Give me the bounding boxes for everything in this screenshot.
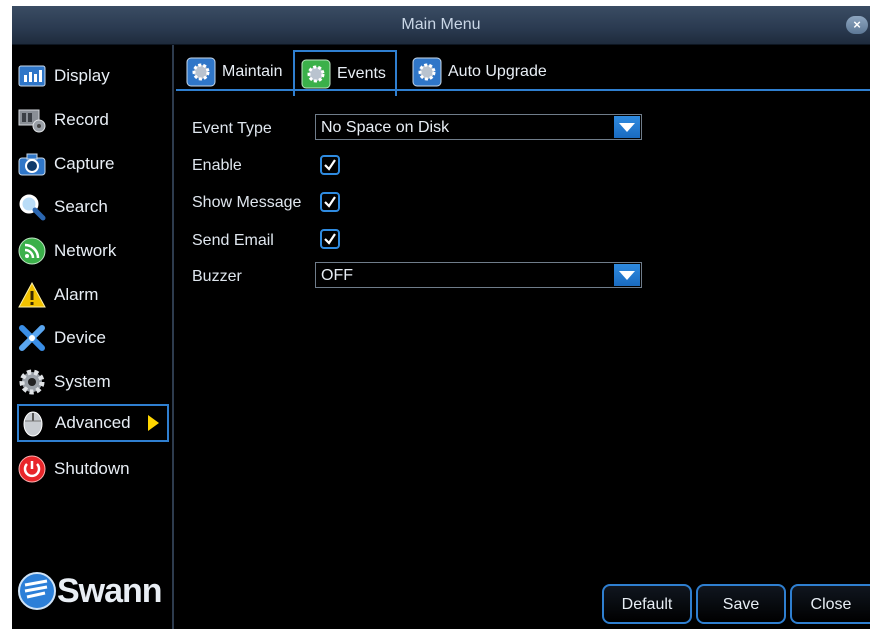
buzzer-label: Buzzer [192, 268, 242, 285]
sidebar-item-label: Display [54, 66, 110, 85]
event-type-label: Event Type [192, 120, 272, 137]
close-button[interactable]: Close [790, 584, 870, 624]
tab-underline [176, 89, 870, 91]
default-button[interactable]: Default [602, 584, 692, 624]
buzzer-value: OFF [321, 267, 353, 284]
save-button[interactable]: Save [696, 584, 786, 624]
sidebar-item-label: Network [54, 241, 117, 260]
event-type-value: No Space on Disk [321, 119, 450, 136]
sidebar-item-label: Search [54, 197, 108, 216]
show-message-label: Show Message [192, 194, 302, 211]
network-icon [18, 237, 46, 265]
send-email-checkbox[interactable] [320, 229, 340, 249]
tab-label: Events [337, 65, 386, 82]
tab-auto-upgrade[interactable]: Auto Upgrade [402, 50, 562, 94]
sidebar-item-display[interactable]: Display [18, 57, 168, 95]
sidebar-item-device[interactable]: Device [18, 319, 168, 357]
sidebar-item-alarm[interactable]: Alarm [18, 276, 168, 314]
checkmark-icon [324, 233, 336, 245]
submenu-arrow-icon [148, 415, 159, 431]
show-message-checkbox[interactable] [320, 192, 340, 212]
search-icon [18, 193, 46, 221]
checkmark-icon [324, 196, 336, 208]
sidebar-item-label: Shutdown [54, 459, 130, 478]
sidebar-item-label: Advanced [55, 413, 131, 432]
buzzer-select[interactable]: OFF [315, 262, 642, 288]
sidebar-item-label: Device [54, 328, 106, 347]
advanced-icon [19, 409, 47, 437]
sidebar-item-record[interactable]: Record [18, 101, 168, 139]
tab-label: Maintain [222, 63, 283, 80]
title-bar: Main Menu × [12, 6, 870, 45]
send-email-label: Send Email [192, 232, 274, 249]
auto-upgrade-icon [412, 57, 442, 87]
enable-label: Enable [192, 157, 242, 174]
logo-text: Swann [57, 571, 163, 610]
events-icon [301, 59, 331, 89]
sidebar-item-label: Alarm [54, 285, 99, 304]
swann-logo-icon [18, 572, 56, 610]
camera-icon [18, 150, 46, 178]
tab-maintain[interactable]: Maintain [180, 50, 294, 94]
swann-logo: Swann [17, 571, 163, 611]
sidebar-item-shutdown[interactable]: Shutdown [18, 450, 168, 488]
shutdown-icon [18, 455, 46, 483]
checkmark-icon [324, 159, 336, 171]
chevron-down-icon[interactable] [614, 116, 640, 138]
device-icon [18, 324, 46, 352]
sidebar-item-label: System [54, 372, 111, 391]
display-icon [18, 62, 46, 90]
window-title: Main Menu [401, 16, 481, 33]
chevron-down-icon[interactable] [614, 264, 640, 286]
sidebar-item-advanced[interactable]: Advanced [17, 404, 169, 442]
enable-checkbox[interactable] [320, 155, 340, 175]
sidebar-item-label: Record [54, 110, 109, 129]
event-type-select[interactable]: No Space on Disk [315, 114, 642, 140]
system-icon [18, 368, 46, 396]
sidebar-item-label: Capture [54, 154, 115, 173]
alarm-icon [18, 281, 46, 309]
sidebar-item-system[interactable]: System [18, 363, 168, 401]
tab-label: Auto Upgrade [448, 63, 547, 80]
sidebar-item-capture[interactable]: Capture [18, 145, 168, 183]
close-icon[interactable]: × [846, 16, 868, 34]
record-icon [18, 106, 46, 134]
sidebar-item-network[interactable]: Network [18, 232, 168, 270]
sidebar: Display Record Capture Search Network Al… [12, 45, 174, 629]
sidebar-item-search[interactable]: Search [18, 188, 168, 226]
main-menu-window: Main Menu × Display Record Capture Searc… [12, 6, 870, 629]
maintain-icon [186, 57, 216, 87]
